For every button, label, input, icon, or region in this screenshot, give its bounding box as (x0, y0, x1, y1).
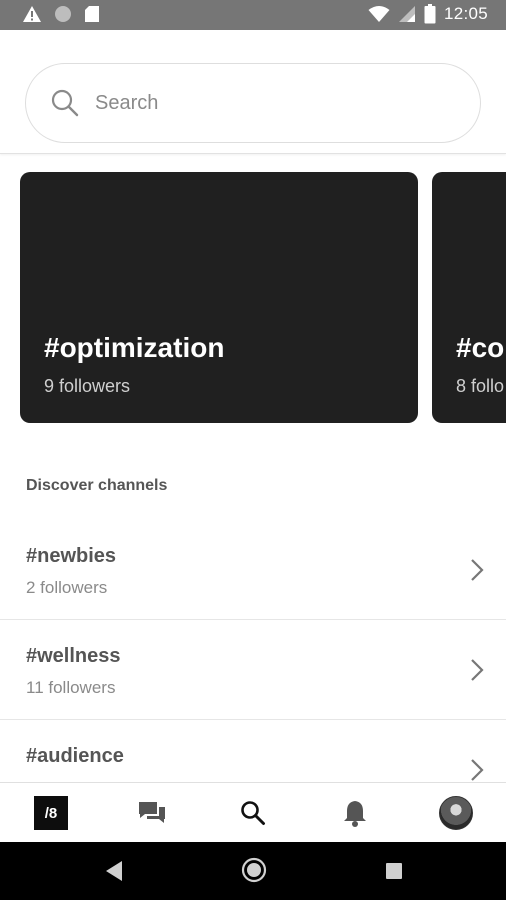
bell-icon (344, 801, 366, 827)
nav-notifications[interactable] (337, 795, 373, 831)
channel-name: #audience (26, 745, 124, 767)
avatar (439, 796, 473, 830)
featured-channel-card[interactable]: #optimization 9 followers (20, 172, 418, 423)
channel-followers: 2 followers (26, 578, 108, 597)
system-nav-bar (0, 842, 506, 900)
nav-profile[interactable] (438, 795, 474, 831)
channel-row[interactable]: #wellness 11 followers (0, 620, 506, 720)
recents-icon[interactable] (385, 862, 403, 880)
featured-channel-card[interactable]: #co 8 follo (432, 172, 506, 423)
section-title: Discover channels (26, 477, 168, 494)
nav-home[interactable]: /8 (33, 795, 69, 831)
channel-row[interactable]: #audience (0, 720, 506, 782)
chevron-right-icon (471, 559, 484, 581)
wifi-icon (368, 6, 390, 22)
channel-name: #newbies (26, 545, 117, 567)
featured-channels-carousel[interactable]: #optimization 9 followers #co 8 follo (0, 172, 506, 424)
channel-followers: 11 followers (26, 678, 116, 697)
featured-channel-followers: 8 follo (456, 376, 505, 396)
nav-chats[interactable] (134, 795, 170, 831)
search-input[interactable]: Search (25, 63, 481, 143)
featured-channel-name: #optimization (44, 332, 225, 363)
search-icon (241, 801, 265, 825)
warning-icon (23, 6, 41, 22)
search-header: Search (0, 30, 506, 154)
status-bar: 12:05 (0, 0, 506, 30)
channel-row[interactable]: #newbies 2 followers (0, 520, 506, 620)
featured-channel-name: #co (456, 332, 505, 363)
channel-list: #newbies 2 followers #wellness 11 follow… (0, 520, 506, 782)
chevron-right-icon (471, 759, 484, 781)
circle-icon (55, 6, 71, 22)
home-icon[interactable] (241, 857, 267, 883)
chevron-right-icon (471, 659, 484, 681)
back-icon[interactable] (104, 859, 124, 883)
search-icon (51, 89, 79, 117)
nav-search[interactable] (235, 795, 271, 831)
channel-name: #wellness (26, 645, 121, 667)
sd-card-icon (85, 6, 99, 22)
status-left (22, 5, 100, 23)
battery-icon (424, 4, 436, 24)
search-placeholder: Search (95, 91, 159, 114)
app-logo: /8 (34, 796, 68, 830)
signal-icon (398, 6, 415, 22)
featured-channel-followers: 9 followers (44, 376, 131, 396)
clock: 12:05 (443, 4, 488, 23)
bottom-nav: /8 (0, 782, 506, 842)
status-right: 12:05 (368, 4, 488, 24)
chat-icon (139, 802, 165, 823)
